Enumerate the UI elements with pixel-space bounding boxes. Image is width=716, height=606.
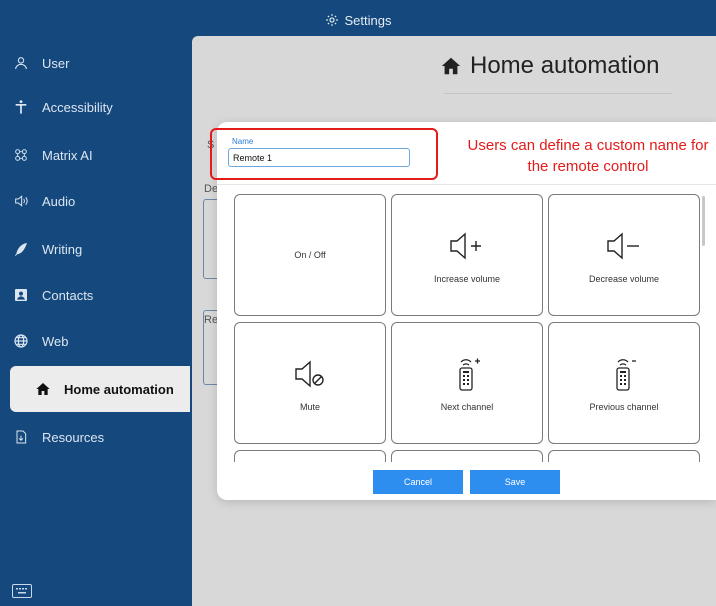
tile-label: Next channel <box>440 402 494 412</box>
tile-label: Increase volume <box>433 274 501 284</box>
keyboard-icon[interactable] <box>12 584 32 598</box>
sidebar-item-audio[interactable]: Audio <box>0 178 192 224</box>
remote-plus-icon <box>451 354 483 394</box>
sidebar-item-label: User <box>42 55 70 71</box>
save-button[interactable]: Save <box>470 470 560 494</box>
tile-previous-channel[interactable]: Previous channel <box>548 322 700 444</box>
sidebar: User Accessibility Matrix AI Audio Writi… <box>0 40 192 606</box>
tile-partial[interactable] <box>391 450 543 462</box>
sidebar-item-label: Matrix AI <box>42 147 93 163</box>
speaker-icon <box>12 192 30 210</box>
sidebar-item-label: Contacts <box>42 287 94 303</box>
grid-scrollbar[interactable] <box>702 196 705 246</box>
annotation-text: Users can define a custom name for the r… <box>467 137 709 175</box>
tile-label: Decrease volume <box>588 274 660 284</box>
tile-label: On / Off <box>294 250 326 260</box>
annotation-highlight-box <box>210 128 438 180</box>
background-label: De <box>204 183 219 195</box>
title-divider <box>444 93 672 94</box>
feather-icon <box>12 240 30 258</box>
tile-next-channel[interactable]: Next channel <box>391 322 543 444</box>
matrix-ai-icon <box>12 146 30 164</box>
resources-icon <box>12 428 30 446</box>
tile-partial[interactable] <box>548 450 700 462</box>
contacts-icon <box>12 286 30 304</box>
user-icon <box>12 54 30 72</box>
remote-minus-icon <box>608 354 640 394</box>
remote-button-grid: On / Off Increase volume Decrease volume… <box>226 186 708 462</box>
sidebar-item-web[interactable]: Web <box>0 318 192 364</box>
page-title: Home automation <box>440 52 659 80</box>
cancel-button[interactable]: Cancel <box>373 470 463 494</box>
tile-label: Previous channel <box>589 402 659 412</box>
volume-up-icon <box>447 226 487 266</box>
tile-mute[interactable]: Mute <box>234 322 386 444</box>
volume-down-icon <box>604 226 644 266</box>
sidebar-item-resources[interactable]: Resources <box>0 414 192 460</box>
sidebar-item-user[interactable]: User <box>0 40 192 86</box>
accessibility-icon <box>12 98 30 116</box>
sidebar-item-home-automation[interactable]: Home automation <box>10 366 190 412</box>
sidebar-item-contacts[interactable]: Contacts <box>0 272 192 318</box>
sidebar-item-label: Accessibility <box>42 99 113 115</box>
sidebar-item-writing[interactable]: Writing <box>0 226 192 272</box>
sidebar-item-label: Writing <box>42 241 83 257</box>
tile-on-off[interactable]: On / Off <box>234 194 386 316</box>
sidebar-item-label: Resources <box>42 429 105 445</box>
home-icon <box>34 380 52 398</box>
globe-icon <box>12 332 30 350</box>
sidebar-item-label: Web <box>42 333 69 349</box>
sidebar-item-matrix-ai[interactable]: Matrix AI <box>0 132 192 178</box>
mute-icon <box>290 354 330 394</box>
sidebar-item-label: Home automation <box>64 381 174 397</box>
home-icon <box>440 55 462 77</box>
tile-decrease-volume[interactable]: Decrease volume <box>548 194 700 316</box>
header-title: Settings <box>344 12 392 28</box>
tile-increase-volume[interactable]: Increase volume <box>391 194 543 316</box>
sidebar-item-accessibility[interactable]: Accessibility <box>0 84 192 130</box>
sidebar-item-label: Audio <box>42 193 76 209</box>
settings-header: Settings <box>0 0 716 40</box>
dialog-divider <box>217 184 716 185</box>
tile-label: Mute <box>299 402 320 412</box>
gear-icon <box>325 13 339 27</box>
tile-partial[interactable] <box>234 450 386 462</box>
